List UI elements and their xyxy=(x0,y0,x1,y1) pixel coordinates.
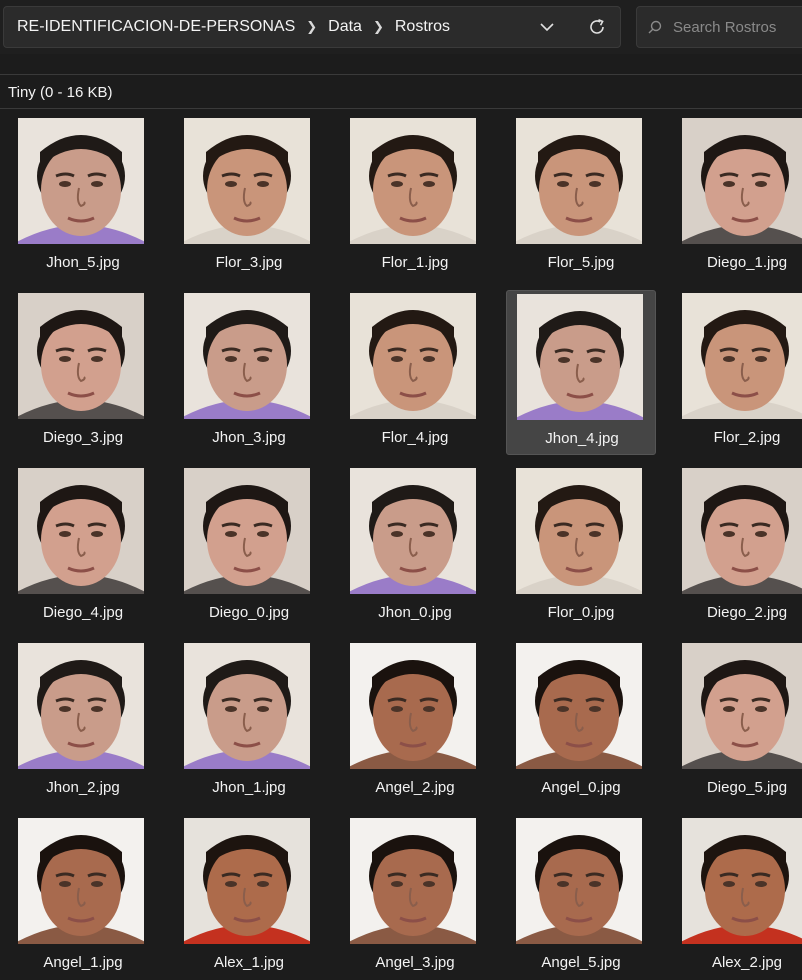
file-name: Flor_3.jpg xyxy=(215,254,283,271)
thumbnail-image xyxy=(184,818,310,944)
file-item[interactable]: Jhon_0.jpg xyxy=(340,465,490,630)
address-bar[interactable]: RE-IDENTIFICACION-DE-PERSONAS ❯ Data ❯ R… xyxy=(3,6,621,48)
file-name: Jhon_4.jpg xyxy=(545,430,619,447)
breadcrumb-separator-icon: ❯ xyxy=(372,19,384,34)
thumbnail-image xyxy=(516,818,642,944)
thumbnail-image xyxy=(516,468,642,594)
thumbnail-image xyxy=(350,118,476,244)
thumbnail-image xyxy=(184,468,310,594)
file-item[interactable]: Alex_2.jpg xyxy=(672,815,802,980)
file-item[interactable]: Jhon_1.jpg xyxy=(174,640,324,805)
file-item[interactable]: Flor_4.jpg xyxy=(340,290,490,455)
thumbnail-image xyxy=(350,818,476,944)
thumbnail-image xyxy=(682,118,802,244)
file-item[interactable]: Angel_3.jpg xyxy=(340,815,490,980)
file-name: Flor_2.jpg xyxy=(713,429,781,446)
file-item[interactable]: Angel_2.jpg xyxy=(340,640,490,805)
file-name: Diego_3.jpg xyxy=(42,429,124,446)
breadcrumb-item-project[interactable]: RE-IDENTIFICACION-DE-PERSONAS xyxy=(16,18,296,36)
breadcrumb-item-data[interactable]: Data xyxy=(327,18,363,36)
file-name: Angel_2.jpg xyxy=(375,779,455,796)
file-name: Diego_0.jpg xyxy=(208,604,290,621)
file-item[interactable]: Diego_5.jpg xyxy=(672,640,802,805)
divider xyxy=(0,74,802,75)
file-grid: Jhon_5.jpg Flor_3.jpg Flor_1.jpg Flor_5.… xyxy=(8,115,802,980)
file-item[interactable]: Flor_5.jpg xyxy=(506,115,656,280)
title-bar: RE-IDENTIFICACION-DE-PERSONAS ❯ Data ❯ R… xyxy=(0,0,802,54)
thumbnail-image xyxy=(682,818,802,944)
search-icon xyxy=(637,7,673,47)
file-item[interactable]: Flor_3.jpg xyxy=(174,115,324,280)
file-item[interactable]: Diego_2.jpg xyxy=(672,465,802,630)
file-item[interactable]: Alex_1.jpg xyxy=(174,815,324,980)
file-name: Angel_0.jpg xyxy=(541,779,621,796)
thumbnail-image xyxy=(18,118,144,244)
file-item[interactable]: Flor_1.jpg xyxy=(340,115,490,280)
file-name: Flor_4.jpg xyxy=(381,429,449,446)
file-item[interactable]: Diego_4.jpg xyxy=(8,465,158,630)
thumbnail-image xyxy=(18,643,144,769)
file-item[interactable]: Diego_0.jpg xyxy=(174,465,324,630)
thumbnail-image xyxy=(682,468,802,594)
file-item[interactable]: Jhon_4.jpg xyxy=(506,290,656,455)
file-name: Jhon_0.jpg xyxy=(378,604,452,621)
file-name: Jhon_3.jpg xyxy=(212,429,286,446)
thumbnail-image xyxy=(184,293,310,419)
thumbnail-image xyxy=(18,468,144,594)
thumbnail-image xyxy=(350,293,476,419)
breadcrumb: RE-IDENTIFICACION-DE-PERSONAS ❯ Data ❯ R… xyxy=(16,7,451,47)
thumbnail-image xyxy=(184,643,310,769)
thumbnail-image xyxy=(18,293,144,419)
thumbnail-image xyxy=(184,118,310,244)
file-item[interactable]: Flor_0.jpg xyxy=(506,465,656,630)
search-box[interactable] xyxy=(636,6,802,48)
thumbnail-image xyxy=(517,294,643,420)
file-item[interactable]: Diego_1.jpg xyxy=(672,115,802,280)
file-name: Diego_5.jpg xyxy=(706,779,788,796)
file-item[interactable]: Angel_5.jpg xyxy=(506,815,656,980)
file-name: Flor_1.jpg xyxy=(381,254,449,271)
thumbnail-image xyxy=(516,643,642,769)
file-name: Diego_2.jpg xyxy=(706,604,788,621)
thumbnail-image xyxy=(18,818,144,944)
file-item[interactable]: Jhon_2.jpg xyxy=(8,640,158,805)
chevron-down-icon[interactable] xyxy=(532,7,562,47)
file-item[interactable]: Flor_2.jpg xyxy=(672,290,802,455)
file-item[interactable]: Angel_1.jpg xyxy=(8,815,158,980)
file-name: Flor_5.jpg xyxy=(547,254,615,271)
search-input[interactable] xyxy=(673,18,802,36)
divider xyxy=(0,108,802,109)
file-name: Flor_0.jpg xyxy=(547,604,615,621)
file-name: Jhon_5.jpg xyxy=(46,254,120,271)
thumbnail-image xyxy=(682,293,802,419)
thumbnail-image xyxy=(350,468,476,594)
file-item[interactable]: Jhon_3.jpg xyxy=(174,290,324,455)
file-name: Diego_4.jpg xyxy=(42,604,124,621)
breadcrumb-separator-icon: ❯ xyxy=(306,19,318,34)
thumbnail-image xyxy=(350,643,476,769)
file-name: Jhon_2.jpg xyxy=(46,779,120,796)
group-header[interactable]: Tiny (0 - 16 KB) xyxy=(8,80,112,104)
file-item[interactable]: Diego_3.jpg xyxy=(8,290,158,455)
thumbnail-image xyxy=(516,118,642,244)
file-item[interactable]: Jhon_5.jpg xyxy=(8,115,158,280)
file-name: Diego_1.jpg xyxy=(706,254,788,271)
file-item[interactable]: Angel_0.jpg xyxy=(506,640,656,805)
breadcrumb-item-rostros[interactable]: Rostros xyxy=(394,18,451,36)
thumbnail-image xyxy=(682,643,802,769)
file-name: Jhon_1.jpg xyxy=(212,779,286,796)
refresh-icon[interactable] xyxy=(580,7,614,47)
